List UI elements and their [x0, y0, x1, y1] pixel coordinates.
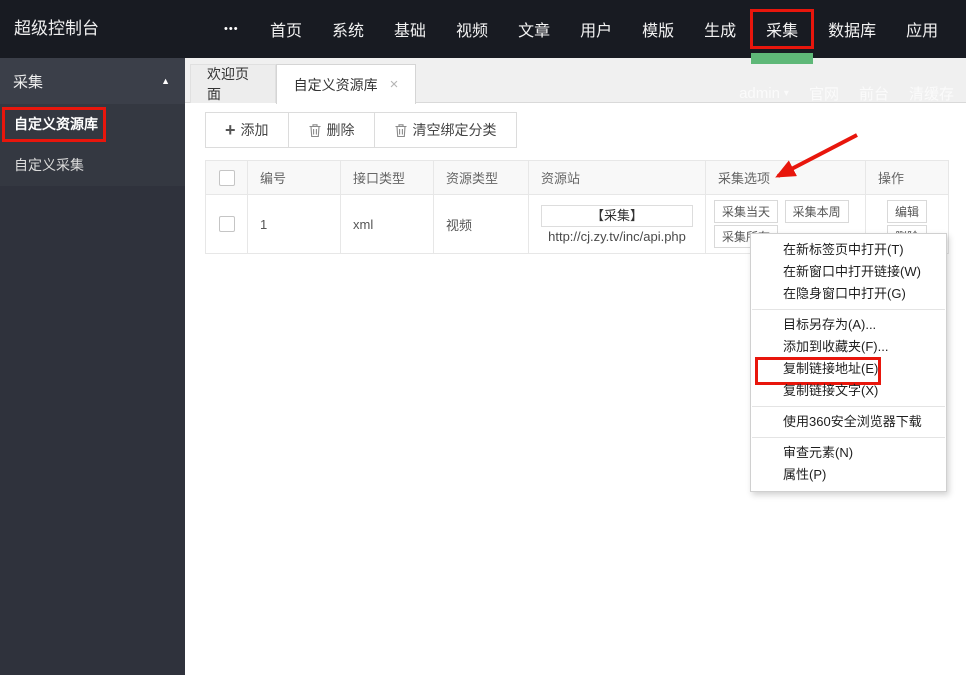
clear-button-label: 清空绑定分类 [412, 122, 497, 138]
top-menu-article[interactable]: 文章 [518, 0, 550, 58]
menu-item-copy-link-text[interactable]: 复制链接文字(X) [751, 380, 946, 402]
site-name-link[interactable]: 【采集】 [541, 204, 693, 227]
column-header-id: 编号 [247, 160, 341, 195]
table-header-row: 编号 接口类型 资源类型 资源站 采集选项 操作 [205, 160, 949, 195]
user-bar: admin ▾ 官网 前台 清缓存 [739, 83, 954, 104]
row-checkbox[interactable] [218, 216, 235, 233]
link-clear-cache[interactable]: 清缓存 [909, 83, 954, 104]
close-icon[interactable]: × [390, 77, 399, 92]
top-menu-label: 采集 [766, 23, 799, 40]
top-menu-home[interactable]: 首页 [270, 0, 302, 58]
top-menu-label: 生成 [704, 23, 737, 40]
site-url-text: http://cj.zy.tv/inc/api.php [548, 228, 686, 244]
plus-icon: + [225, 120, 236, 140]
link-official-site[interactable]: 官网 [809, 83, 839, 104]
browser-context-menu: 在新标签页中打开(T) 在新窗口中打开链接(W) 在隐身窗口中打开(G) 目标另… [750, 233, 947, 492]
sidebar-items: 自定义资源库 自定义采集 [0, 104, 185, 186]
top-menu-label: 用户 [580, 23, 613, 40]
chevron-down-icon: ▾ [783, 88, 789, 99]
column-header-resource-type: 资源类型 [433, 160, 529, 195]
top-menu-label: 系统 [332, 23, 365, 40]
menu-item-download-with-360[interactable]: 使用360安全浏览器下载 [751, 411, 946, 433]
tab-label: 欢迎页面 [207, 66, 249, 102]
menu-item-inspect-element[interactable]: 审查元素(N) [751, 442, 946, 464]
add-button[interactable]: + 添加 [205, 112, 289, 148]
menu-item-save-target-as[interactable]: 目标另存为(A)... [751, 314, 946, 336]
menu-separator [752, 309, 945, 310]
top-menu: 首页 系统 基础 视频 文章 用户 模版 生成 采集 数据库 应用 [270, 0, 938, 64]
top-menu-video[interactable]: 视频 [456, 0, 488, 58]
top-menu-basic[interactable]: 基础 [394, 0, 426, 58]
menu-item-open-new-window[interactable]: 在新窗口中打开链接(W) [751, 261, 946, 283]
delete-button-label: 删除 [326, 122, 355, 138]
cell-interface-type: xml [340, 194, 434, 254]
username: admin [739, 85, 780, 102]
link-front-site[interactable]: 前台 [859, 83, 889, 104]
menu-item-copy-link-address[interactable]: 复制链接地址(E) [751, 357, 946, 385]
select-all-checkbox[interactable] [218, 169, 235, 186]
top-menu-label: 文章 [518, 23, 551, 40]
top-navbar: 超级控制台 ••• 首页 系统 基础 视频 文章 用户 模版 生成 采集 数据库… [0, 0, 966, 64]
column-header-collect-options: 采集选项 [705, 160, 866, 195]
more-menu-icon[interactable]: ••• [224, 0, 239, 58]
app-title: 超级控制台 [14, 19, 99, 38]
top-menu-label: 视频 [456, 23, 489, 40]
tab-label: 自定义资源库 [293, 76, 378, 93]
menu-separator [752, 437, 945, 438]
header-checkbox-cell [205, 160, 248, 195]
delete-button[interactable]: 删除 [287, 112, 375, 148]
sidebar-group-collect[interactable]: 采集 ▲ [0, 58, 185, 104]
collapse-arrow-icon[interactable]: ▲ [161, 76, 170, 86]
tab-custom-resource-lib[interactable]: 自定义资源库 × [276, 64, 416, 104]
top-menu-label: 数据库 [828, 23, 877, 40]
column-header-actions: 操作 [865, 160, 949, 195]
trash-icon [309, 123, 321, 137]
top-menu-database[interactable]: 数据库 [828, 0, 876, 58]
collect-week-button[interactable]: 采集本周 [784, 200, 849, 223]
top-menu-template[interactable]: 模版 [642, 0, 674, 58]
sidebar-item-label: 自定义采集 [14, 157, 84, 173]
sidebar-item-custom-resource-lib[interactable]: 自定义资源库 [0, 104, 185, 145]
top-menu-collect[interactable]: 采集 [750, 0, 815, 64]
menu-item-properties[interactable]: 属性(P) [751, 464, 946, 486]
menu-separator [752, 406, 945, 407]
add-button-label: 添加 [240, 122, 269, 138]
column-header-resource-site: 资源站 [528, 160, 706, 195]
user-dropdown[interactable]: admin ▾ [739, 83, 789, 104]
edit-button[interactable]: 编辑 [886, 200, 927, 223]
menu-item-label: 复制链接地址(E) [783, 361, 879, 376]
tab-bar: 欢迎页面 自定义资源库 × admin ▾ 官网 前台 清缓存 [185, 58, 966, 104]
sidebar: 采集 ▲ 自定义资源库 自定义采集 [0, 58, 185, 675]
menu-item-open-new-tab[interactable]: 在新标签页中打开(T) [751, 239, 946, 261]
trash-icon [395, 123, 407, 137]
sidebar-group-label: 采集 [13, 73, 44, 91]
cell-id: 1 [247, 194, 341, 254]
top-menu-label: 基础 [394, 23, 427, 40]
top-menu-app[interactable]: 应用 [906, 0, 938, 58]
row-checkbox-cell [205, 194, 248, 254]
collect-today-button[interactable]: 采集当天 [714, 200, 779, 223]
top-menu-user[interactable]: 用户 [580, 0, 612, 58]
top-menu-label: 应用 [906, 23, 939, 40]
sidebar-item-label: 自定义资源库 [14, 116, 98, 132]
top-menu-label: 首页 [270, 23, 303, 40]
menu-item-add-to-favorites[interactable]: 添加到收藏夹(F)... [751, 336, 946, 358]
menu-item-open-incognito[interactable]: 在隐身窗口中打开(G) [751, 283, 946, 305]
tab-welcome[interactable]: 欢迎页面 [190, 64, 276, 103]
top-menu-system[interactable]: 系统 [332, 0, 364, 58]
top-menu-generate[interactable]: 生成 [704, 0, 736, 58]
cell-resource-site: 【采集】 http://cj.zy.tv/inc/api.php [528, 194, 706, 254]
column-header-interface-type: 接口类型 [340, 160, 434, 195]
cell-resource-type: 视频 [433, 194, 529, 254]
toolbar: + 添加 删除 清空绑定分类 [205, 112, 517, 148]
sidebar-item-custom-collect[interactable]: 自定义采集 [0, 145, 185, 186]
clear-bound-category-button[interactable]: 清空绑定分类 [373, 112, 517, 148]
top-menu-label: 模版 [642, 23, 675, 40]
